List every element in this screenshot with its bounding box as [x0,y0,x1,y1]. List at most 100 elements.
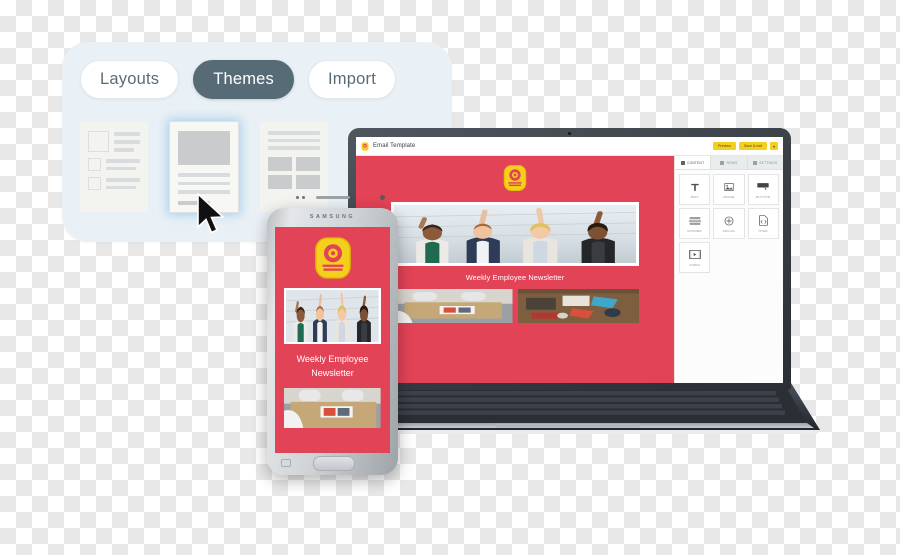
phone-earpiece [315,195,350,199]
button-icon [757,180,769,193]
tools-tab-settings[interactable]: SETTINGS [747,156,783,169]
thumb-grid-cell [268,174,292,189]
thumb-text-line [114,132,140,136]
tools-tab-rows-label: ROWS [726,160,738,165]
phone-newsletter-thumb-office [284,388,381,428]
chevron-down-icon[interactable]: ▾ [770,141,778,151]
newsletter-thumb-craft [517,289,640,323]
thumb-image-block [88,158,101,171]
image-icon [724,180,734,193]
thumb-hero-image [178,131,230,165]
tab-layouts[interactable]: Layouts [80,60,180,99]
canvas-backdrop: Layouts Themes Import Email Template Pre… [0,0,900,555]
tab-import[interactable]: Import [308,60,396,99]
save-exit-button[interactable]: Save & exit [738,141,767,151]
email-canvas[interactable]: Weekly Employee Newsletter [356,156,674,383]
tool-image-label: IMAGE [723,195,735,199]
laptop-webcam-icon [567,132,572,136]
editor-app-title: Email Template [373,143,416,149]
newsletter-thumb-office [390,289,513,323]
email-template-preview: Weekly Employee Newsletter [356,156,674,383]
editor-actions: Preview Save & exit ▾ [713,141,778,151]
tools-tab-bar: CONTENT ROWS SETTINGS [675,156,783,170]
chooser-tab-bar: Layouts Themes Import [80,60,396,99]
thumb-text-line [106,178,140,182]
html-icon [759,214,768,227]
tool-text-label: TEXT [690,195,700,199]
tool-social[interactable]: SOCIAL [713,208,745,239]
newsletter-headline: Weekly Employee Newsletter [465,273,565,282]
tool-html[interactable]: HTML [747,208,779,239]
thumb-text-line [114,148,135,152]
divider-icon [688,214,701,227]
tab-themes-label: Themes [213,70,275,88]
mouse-cursor-icon [197,193,225,234]
preview-button-label: Preview [718,144,731,148]
newsletter-badge-logo [314,237,351,279]
thumb-text-line [268,138,320,142]
tool-divider[interactable]: DIVIDER [679,208,711,239]
tool-button-label: BUTTON [756,195,771,199]
thumb-text-line [268,146,320,150]
thumb-grid-cell [268,156,292,171]
phone-newsletter-headline: Weekly Employee Newsletter [279,352,386,380]
phone-headline-line-2: Newsletter [311,368,354,378]
tab-layouts-label: Layouts [100,70,160,88]
app-logo-icon [361,141,369,151]
thumb-text-line [178,173,230,177]
tools-tab-rows[interactable]: ROWS [711,156,748,169]
laptop-device: Email Template Preview Save & exit ▾ Wee… [320,128,848,453]
content-icon [680,160,685,165]
tool-html-label: HTML [758,229,769,233]
phone-recents-key[interactable] [281,459,291,467]
tool-button[interactable]: BUTTON [747,174,779,205]
editor-tools-panel: CONTENT ROWS SETTINGS TEXT IMAGE BUTTON … [674,156,783,383]
phone-home-button[interactable] [312,456,355,471]
phone-sensor-icon [302,196,305,199]
phone-sensor-icon [296,196,299,199]
phone-screen[interactable]: Weekly Employee Newsletter [275,227,390,453]
hero-photo-cheering-team [286,290,379,342]
thumb-text-line [178,181,230,185]
editor-topbar: Email Template Preview Save & exit ▾ [356,137,783,156]
tools-tab-settings-label: SETTINGS [759,160,778,165]
tools-tab-content[interactable]: CONTENT [675,156,712,169]
thumb-grid-cell [296,156,320,171]
hero-photo-cheering-team [393,205,637,263]
thumb-text-line [268,131,320,135]
thumb-text-line [106,185,136,189]
caret-glyph: ▾ [772,143,775,149]
thumb-text-line [106,159,140,163]
laptop-screen: Email Template Preview Save & exit ▾ Wee… [356,137,783,383]
phone-back-key[interactable] [374,459,384,467]
social-icon [724,214,734,227]
video-icon [688,248,701,261]
tool-social-label: SOCIAL [722,229,736,233]
save-exit-button-label: Save & exit [743,144,762,148]
tab-themes[interactable]: Themes [193,60,295,99]
template-thumb-grid[interactable] [260,122,328,212]
template-thumb-list[interactable] [80,122,148,212]
content-tool-grid: TEXT IMAGE BUTTON DIVIDER SOCIAL HTML VI… [675,170,783,277]
tool-divider-label: DIVIDER [687,229,702,233]
tool-text[interactable]: TEXT [679,174,711,205]
rows-icon [720,160,725,165]
tool-image[interactable]: IMAGE [713,174,745,205]
thumb-image-block [88,131,109,152]
phone-device: SAMSUNG Weekly Employee Newsletter [267,195,398,475]
phone-brand-label: SAMSUNG [309,214,356,220]
newsletter-image-row [390,289,640,323]
phone-body: SAMSUNG Weekly Employee Newsletter [267,195,398,475]
thumb-text-line [106,166,136,170]
text-icon [690,180,700,193]
tool-video-label: VIDEO [689,263,701,267]
phone-front-camera-icon [380,195,385,200]
preview-button[interactable]: Preview [713,141,736,151]
tool-video[interactable]: VIDEO [679,242,711,273]
phone-headline-line-1: Weekly Employee [296,354,369,364]
phone-hero-frame [284,288,381,344]
settings-icon [753,160,758,165]
tools-tab-content-label: CONTENT [686,160,705,165]
tab-import-label: Import [328,70,376,88]
hero-image-frame [390,202,640,266]
